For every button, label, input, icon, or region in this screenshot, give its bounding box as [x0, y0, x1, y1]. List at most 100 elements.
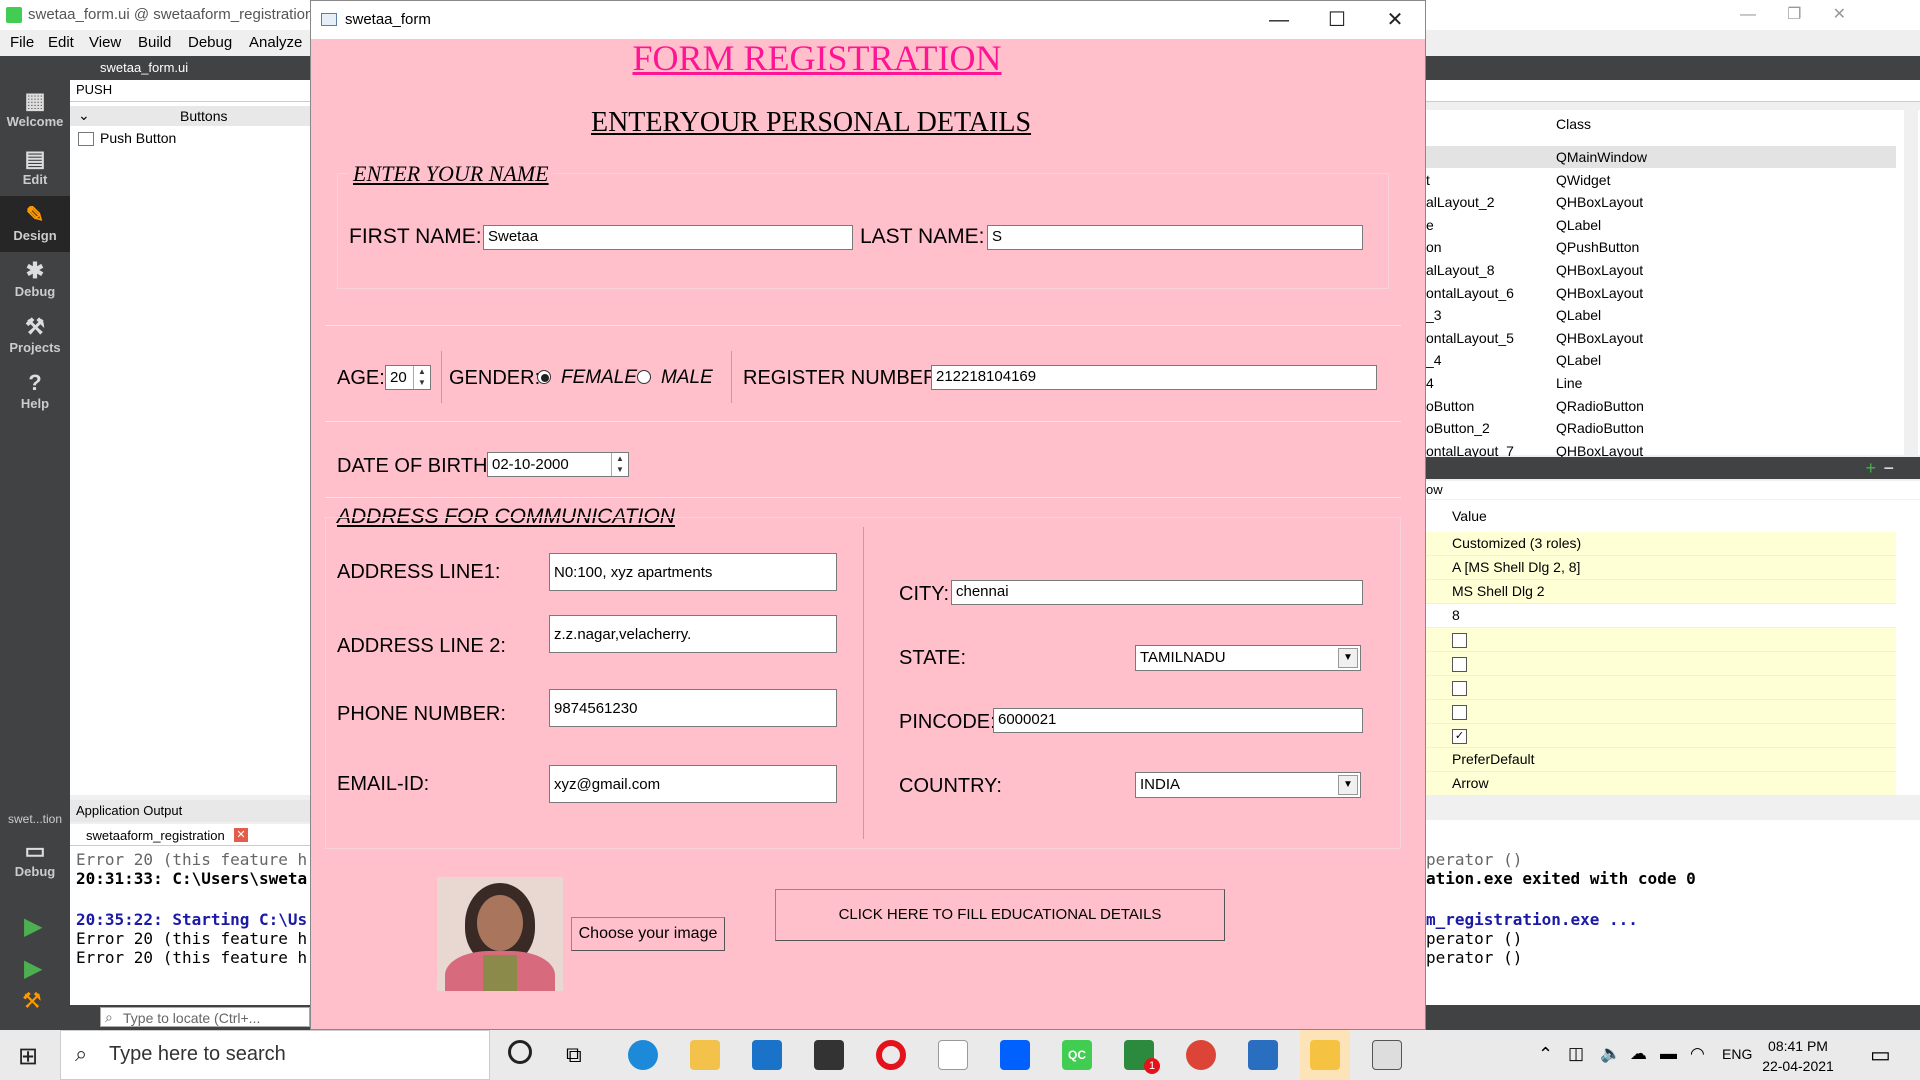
educational-details-button[interactable]: CLICK HERE TO FILL EDUCATIONAL DETAILS: [775, 889, 1225, 941]
property-row[interactable]: [1426, 700, 1896, 724]
register-number-input[interactable]: 212218104169: [931, 365, 1377, 390]
city-input[interactable]: chennai: [951, 580, 1363, 605]
object-row[interactable]: t QWidget: [1426, 169, 1896, 191]
close-icon[interactable]: ✕: [234, 828, 248, 842]
object-row[interactable]: _3 QLabel: [1426, 304, 1896, 326]
notifications-icon[interactable]: ▭: [1870, 1042, 1891, 1068]
object-scrollbar[interactable]: [1904, 110, 1918, 455]
dob-date-edit[interactable]: 02-10-2000 ▲ ▼: [487, 452, 629, 477]
choose-image-button[interactable]: Choose your image: [571, 917, 725, 951]
object-filter[interactable]: [1426, 80, 1920, 102]
mode-edit[interactable]: ▤ Edit: [0, 146, 70, 187]
object-row[interactable]: oButton_2 QRadioButton: [1426, 417, 1896, 439]
property-row[interactable]: 8: [1426, 604, 1896, 628]
add-icon[interactable]: +: [1865, 458, 1876, 479]
object-row[interactable]: alLayout_2 QHBoxLayout: [1426, 191, 1896, 213]
state-combo[interactable]: TAMILNADU ▼: [1135, 645, 1361, 671]
store-icon[interactable]: [814, 1040, 844, 1070]
form-app-icon[interactable]: [1372, 1040, 1402, 1070]
opera-icon[interactable]: [876, 1040, 906, 1070]
property-filter[interactable]: ow: [1426, 481, 1920, 499]
widget-category-buttons[interactable]: ⌄ Buttons: [70, 106, 310, 126]
taskbar-clock[interactable]: 08:41 PM 22-04-2021: [1748, 1036, 1848, 1076]
country-combo[interactable]: INDIA ▼: [1135, 772, 1361, 798]
edge-icon[interactable]: [628, 1040, 658, 1070]
qt-creator-icon[interactable]: QC: [1062, 1040, 1092, 1070]
ide-window-controls[interactable]: — ❐ ✕: [1740, 4, 1900, 26]
dropdown-arrow-icon[interactable]: ▼: [1338, 648, 1358, 668]
menu-debug[interactable]: Debug: [188, 34, 232, 51]
property-row[interactable]: [1426, 628, 1896, 652]
property-row[interactable]: Customized (3 roles): [1426, 532, 1896, 556]
debug-run-icon[interactable]: ▶: [24, 954, 42, 983]
spin-arrows-icon[interactable]: ▲ ▼: [413, 366, 430, 389]
menu-edit[interactable]: Edit: [48, 34, 74, 51]
object-row[interactable]: ontalLayout_6 QHBoxLayout: [1426, 282, 1896, 304]
object-row[interactable]: _4 QLabel: [1426, 349, 1896, 371]
property-row[interactable]: [1426, 652, 1896, 676]
pincode-input[interactable]: 6000021: [993, 708, 1363, 733]
dropbox-icon[interactable]: [1000, 1040, 1030, 1070]
tray-overflow-icon[interactable]: ⌃: [1538, 1044, 1553, 1065]
run-icon[interactable]: ▶: [24, 912, 42, 941]
menu-build[interactable]: Build: [138, 34, 171, 51]
object-row[interactable]: QMainWindow: [1426, 146, 1896, 168]
cortana-icon[interactable]: [508, 1040, 532, 1064]
object-row[interactable]: e QLabel: [1426, 214, 1896, 236]
file-explorer-icon[interactable]: [690, 1040, 720, 1070]
property-checkbox[interactable]: ✓: [1452, 729, 1467, 744]
property-checkbox[interactable]: [1452, 633, 1467, 648]
mode-projects[interactable]: ⚒ Projects: [0, 314, 70, 355]
phone-input[interactable]: 9874561230: [549, 689, 837, 727]
mode-help[interactable]: ? Help: [0, 370, 70, 411]
spin-arrows-icon[interactable]: ▲ ▼: [611, 453, 628, 476]
last-name-input[interactable]: S: [987, 225, 1363, 250]
taskbar-search-box[interactable]: ⌕ Type here to search: [60, 1030, 490, 1080]
object-row[interactable]: on QPushButton: [1426, 236, 1896, 258]
gender-male-label[interactable]: MALE: [661, 367, 713, 389]
property-checkbox[interactable]: [1452, 657, 1467, 672]
volume-icon[interactable]: 🔈: [1600, 1044, 1621, 1064]
widget-filter-input[interactable]: PUSH: [70, 82, 310, 102]
remove-icon[interactable]: −: [1883, 458, 1894, 479]
widget-push-button[interactable]: Push Button: [78, 130, 176, 147]
wifi-icon[interactable]: ◠: [1690, 1044, 1705, 1064]
maximize-button[interactable]: ☐: [1317, 7, 1357, 33]
address1-input[interactable]: N0:100, xyz apartments: [549, 553, 837, 591]
kit-selector[interactable]: ▭ Debug: [0, 838, 70, 879]
property-checkbox[interactable]: [1452, 681, 1467, 696]
property-row[interactable]: A [MS Shell Dlg 2, 8]: [1426, 556, 1896, 580]
gender-female-label[interactable]: FEMALE: [561, 367, 637, 389]
object-row[interactable]: ontalLayout_5 QHBoxLayout: [1426, 327, 1896, 349]
sticky-notes-icon[interactable]: [1310, 1040, 1340, 1070]
mode-welcome[interactable]: ▦ Welcome: [0, 88, 70, 129]
dropdown-arrow-icon[interactable]: ▼: [1338, 775, 1358, 795]
property-row[interactable]: ✓: [1426, 724, 1896, 748]
object-row[interactable]: 4 Line: [1426, 372, 1896, 394]
mail-icon[interactable]: [752, 1040, 782, 1070]
windows-start-icon[interactable]: ⊞: [18, 1042, 38, 1071]
menu-file[interactable]: File: [10, 34, 34, 51]
object-row[interactable]: oButton QRadioButton: [1426, 395, 1896, 417]
property-row[interactable]: [1426, 676, 1896, 700]
property-row[interactable]: PreferDefault: [1426, 748, 1896, 772]
minimize-button[interactable]: —: [1259, 7, 1299, 33]
battery-icon[interactable]: ▬: [1660, 1044, 1677, 1064]
first-name-input[interactable]: Swetaa: [483, 225, 853, 250]
whatsapp-icon[interactable]: 1: [1124, 1040, 1160, 1074]
gender-male-radio[interactable]: [637, 370, 651, 384]
document-icon[interactable]: [938, 1040, 968, 1070]
gender-female-radio[interactable]: [537, 370, 551, 384]
menu-view[interactable]: View: [89, 34, 121, 51]
mode-design[interactable]: ✎ Design: [0, 202, 70, 243]
object-row[interactable]: alLayout_8 QHBoxLayout: [1426, 259, 1896, 281]
address2-input[interactable]: z.z.nagar,velacherry.: [549, 615, 837, 653]
menu-analyze[interactable]: Analyze: [249, 34, 302, 51]
chrome-icon[interactable]: [1186, 1040, 1216, 1070]
onedrive-icon[interactable]: ☁: [1630, 1044, 1647, 1064]
property-row[interactable]: MS Shell Dlg 2: [1426, 580, 1896, 604]
photos-icon[interactable]: [1248, 1040, 1278, 1070]
task-view-icon[interactable]: ⧉: [566, 1042, 582, 1068]
property-checkbox[interactable]: [1452, 705, 1467, 720]
network-icon[interactable]: ◫: [1568, 1044, 1584, 1064]
